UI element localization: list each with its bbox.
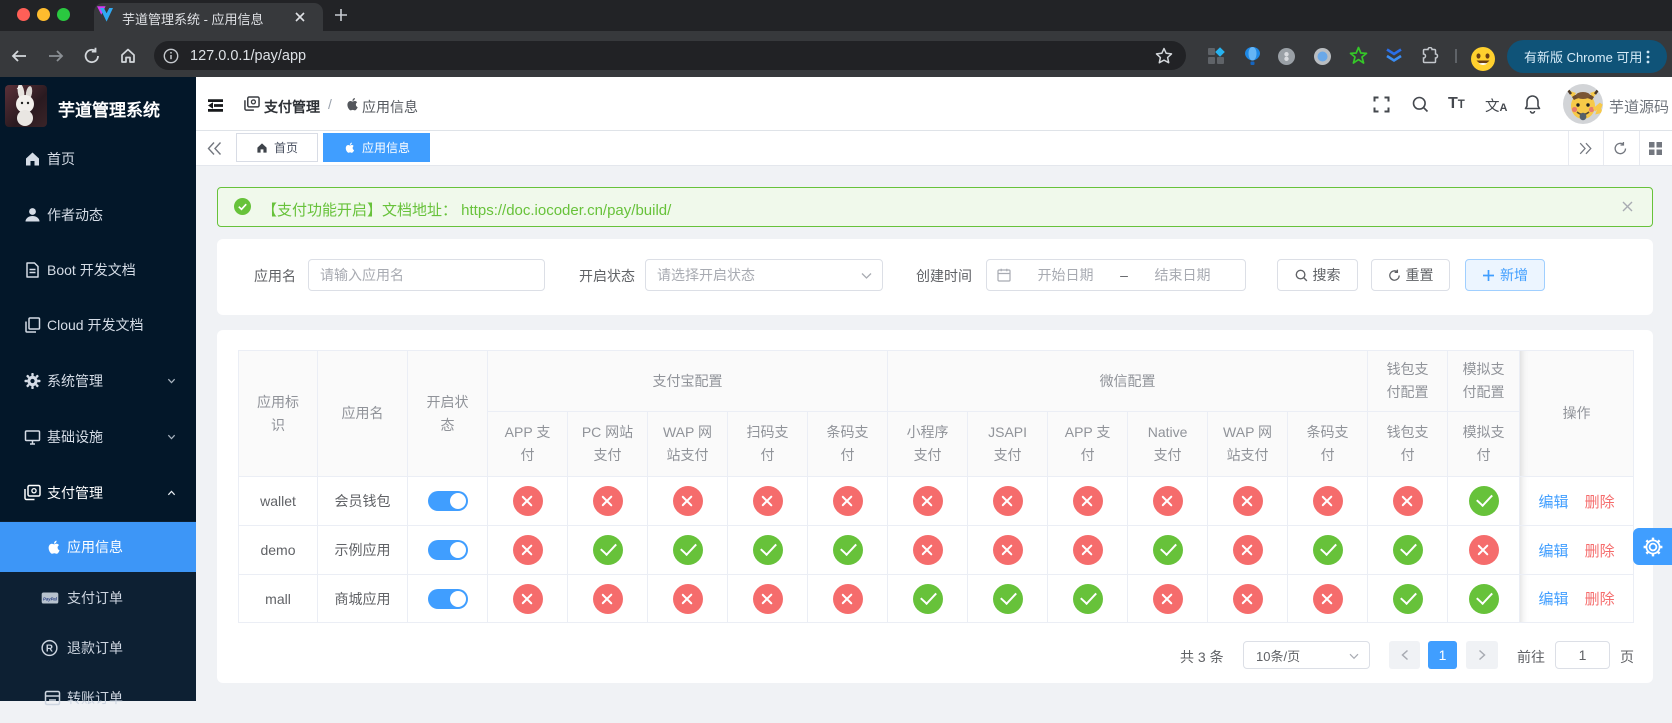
svg-text:PayPal: PayPal	[43, 596, 58, 601]
svg-text:R: R	[46, 644, 53, 655]
